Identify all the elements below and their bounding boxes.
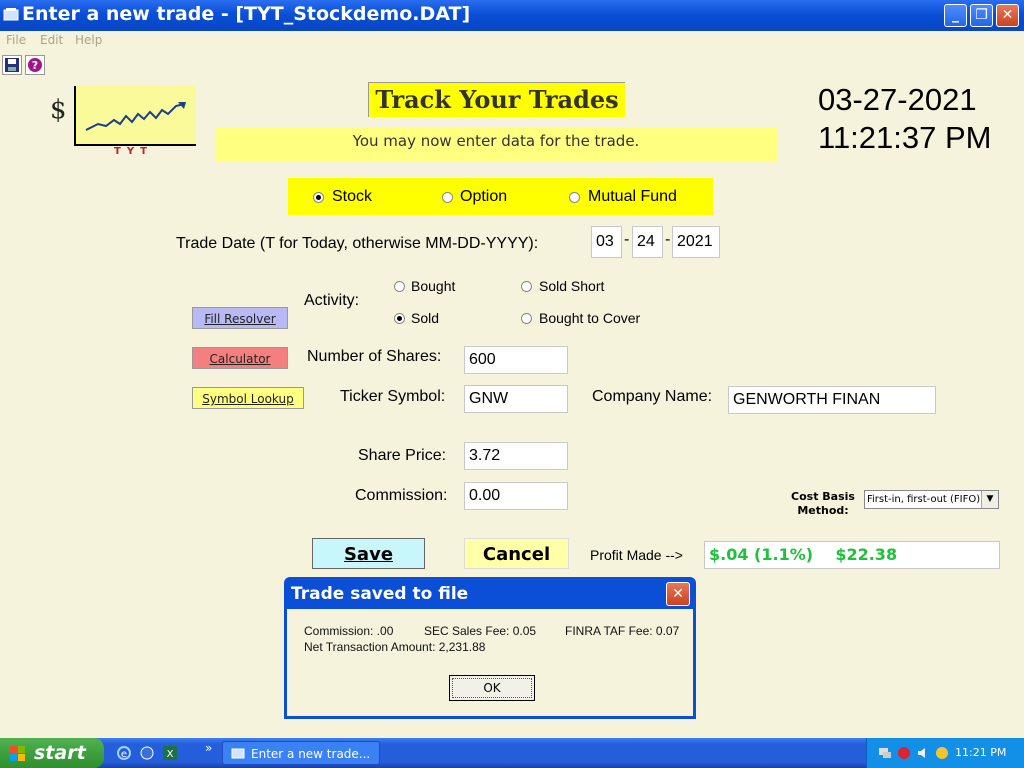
status-message: You may now enter data for the trade. xyxy=(215,128,777,162)
dialog-finra-fee: FINRA TAF Fee: 0.07 xyxy=(565,624,680,638)
trade-date-month[interactable]: 03 xyxy=(591,226,622,258)
radio-sold-short-label[interactable]: Sold Short xyxy=(539,278,604,294)
calculator-button[interactable]: Calculator xyxy=(192,347,288,369)
symbol-lookup-button[interactable]: Symbol Lookup xyxy=(192,387,304,409)
cancel-button[interactable]: Cancel xyxy=(464,538,569,569)
page-title: Track Your Trades xyxy=(368,82,625,117)
taskbar: start e X » Enter a new trade... 11:21 P… xyxy=(0,738,1024,768)
current-time: 11:21:37 PM xyxy=(818,120,992,155)
company-input[interactable]: GENWORTH FINAN xyxy=(728,386,936,414)
radio-bought-label[interactable]: Bought xyxy=(411,278,455,294)
logo-chart xyxy=(74,86,196,146)
restore-button[interactable]: ❐ xyxy=(970,4,993,27)
radio-sold-label[interactable]: Sold xyxy=(411,310,439,326)
shares-label: Number of Shares: xyxy=(307,348,442,365)
ticker-label: Ticker Symbol: xyxy=(340,388,446,405)
security-alert-icon[interactable] xyxy=(896,745,912,761)
commission-input[interactable]: 0.00 xyxy=(464,482,568,510)
cost-basis-select[interactable]: First-in, first-out (FIFO) ▼ xyxy=(864,490,999,509)
excel-icon[interactable]: X xyxy=(162,745,178,761)
svg-text:e: e xyxy=(121,749,127,760)
activity-label: Activity: xyxy=(304,292,360,309)
svg-text:X: X xyxy=(167,749,174,760)
app-icon xyxy=(3,8,19,21)
start-button[interactable]: start xyxy=(0,738,104,768)
radio-stock[interactable] xyxy=(313,192,324,203)
trend-line-icon xyxy=(85,102,186,131)
cost-basis-label: Cost Basis Method: xyxy=(791,490,855,517)
taskbar-item-label: Enter a new trade... xyxy=(251,747,371,761)
tray-app-icon[interactable] xyxy=(934,745,950,761)
fill-resolver-button[interactable]: Fill Resolver xyxy=(192,307,288,329)
dialog-commission: Commission: .00 xyxy=(304,624,394,638)
security-type-group: Stock Option Mutual Fund xyxy=(288,178,713,215)
close-button[interactable]: ✕ xyxy=(996,4,1019,27)
radio-option-label[interactable]: Option xyxy=(460,188,507,206)
dollar-sign: $ xyxy=(50,95,67,125)
internet-explorer-icon[interactable]: e xyxy=(116,745,132,761)
network-icon[interactable] xyxy=(877,745,893,761)
dialog-body: Commission: .00 SEC Sales Fee: 0.05 FINR… xyxy=(287,609,693,716)
shares-input[interactable]: 600 xyxy=(464,346,568,374)
save-button[interactable]: Save xyxy=(312,538,425,569)
radio-bought-to-cover[interactable] xyxy=(521,313,532,324)
cost-basis-value: First-in, first-out (FIFO) xyxy=(867,494,981,505)
chevron-down-icon[interactable]: ▼ xyxy=(981,491,998,508)
cancel-button-label: Cancel xyxy=(482,544,551,565)
radio-stock-label[interactable]: Stock xyxy=(332,188,372,206)
menu-edit[interactable]: Edit xyxy=(40,33,63,47)
company-label: Company Name: xyxy=(592,388,713,405)
browser-icon[interactable] xyxy=(139,745,155,761)
dialog-net-amount: Net Transaction Amount: 2,231.88 xyxy=(304,640,486,654)
radio-mutual-fund[interactable] xyxy=(569,192,580,203)
dialog-close-button[interactable]: ✕ xyxy=(666,582,690,606)
radio-sold-short[interactable] xyxy=(521,281,532,292)
commission-label: Commission: xyxy=(355,487,448,504)
logo-tyt: TYT xyxy=(114,146,153,157)
title-bar: Enter a new trade - [TYT_Stockdemo.DAT] … xyxy=(0,0,1024,31)
menu-help[interactable]: Help xyxy=(75,33,102,47)
price-label: Share Price: xyxy=(358,447,447,464)
window-title: Enter a new trade - [TYT_Stockdemo.DAT] xyxy=(22,3,471,25)
radio-bought-to-cover-label[interactable]: Bought to Cover xyxy=(539,310,640,326)
taskbar-item-enter-trade[interactable]: Enter a new trade... xyxy=(222,741,380,765)
trade-date-year[interactable]: 2021 xyxy=(672,226,720,258)
quicklaunch-chevron-icon[interactable]: » xyxy=(205,741,212,755)
trade-saved-dialog: Trade saved to file ✕ Commission: .00 SE… xyxy=(284,577,696,719)
menu-file[interactable]: File xyxy=(6,33,26,47)
dialog-sec-fee: SEC Sales Fee: 0.05 xyxy=(424,624,537,638)
current-date: 03-27-2021 xyxy=(818,82,977,117)
date-separator: - xyxy=(624,231,630,248)
system-tray: 11:21 PM xyxy=(866,738,1024,768)
ticker-input[interactable]: GNW xyxy=(464,385,568,413)
trade-date-label: Trade Date (T for Today, otherwise MM-DD… xyxy=(176,235,539,252)
dialog-title: Trade saved to file xyxy=(291,584,469,604)
save-button-label: Save xyxy=(343,544,394,565)
start-label: start xyxy=(34,742,86,764)
menu-bar: File Edit Help xyxy=(0,31,1024,51)
volume-icon[interactable] xyxy=(915,745,931,761)
profit-value: $.04 (1.1%) $22.38 xyxy=(704,541,1000,569)
price-input[interactable]: 3.72 xyxy=(464,442,568,470)
app-icon xyxy=(231,748,245,759)
ok-button[interactable]: OK xyxy=(449,675,535,701)
radio-mutual-fund-label[interactable]: Mutual Fund xyxy=(588,188,677,206)
radio-bought[interactable] xyxy=(394,281,405,292)
svg-text:?: ? xyxy=(32,59,38,72)
windows-logo-icon xyxy=(10,746,25,761)
taskbar-clock: 11:21 PM xyxy=(955,746,1007,759)
help-icon[interactable]: ? xyxy=(25,55,45,75)
radio-option[interactable] xyxy=(442,192,453,203)
radio-sold[interactable] xyxy=(394,313,405,324)
save-disk-icon[interactable] xyxy=(2,55,22,75)
date-separator: - xyxy=(665,231,671,248)
profit-label: Profit Made --> xyxy=(590,547,683,563)
trade-date-day[interactable]: 24 xyxy=(632,226,663,258)
minimize-button[interactable]: _ xyxy=(944,4,967,27)
